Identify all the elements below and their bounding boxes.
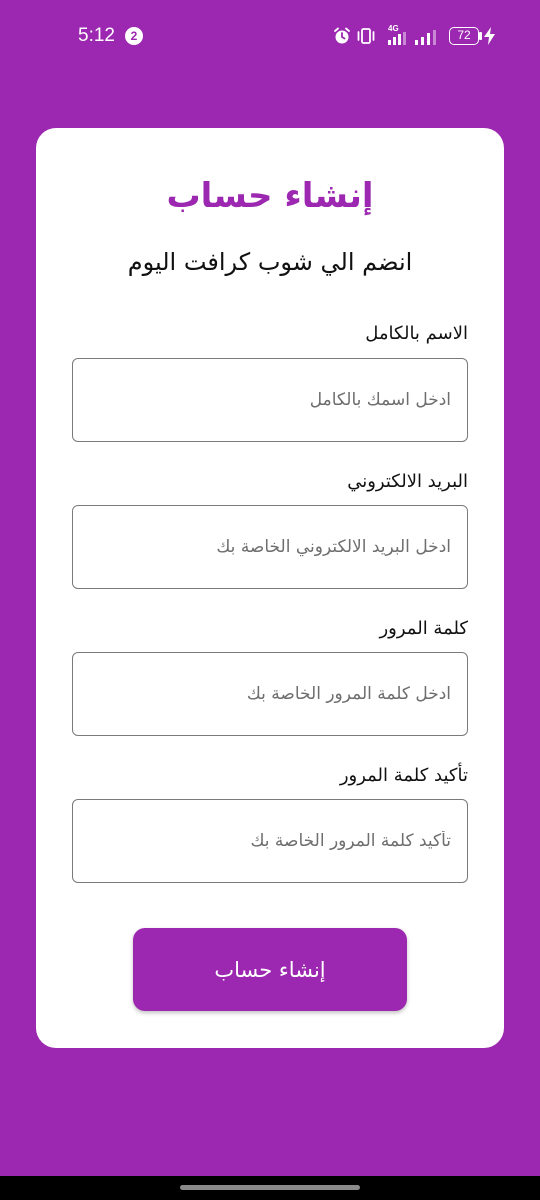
notification-count-badge: 2	[125, 27, 143, 45]
confirm-password-input[interactable]	[72, 799, 468, 883]
signal-icon	[415, 30, 436, 45]
full-name-input[interactable]	[72, 358, 468, 442]
home-gesture-handle[interactable]	[180, 1185, 360, 1190]
navigation-bar	[0, 1176, 540, 1200]
email-label: البريد الالكتروني	[347, 471, 468, 492]
password-label: كلمة المرور	[379, 618, 468, 639]
full-name-label: الاسم بالكامل	[365, 323, 468, 344]
create-account-button[interactable]: إنشاء حساب	[133, 928, 407, 1011]
password-input[interactable]	[72, 652, 468, 736]
signup-card: إنشاء حساب انضم الي شوب كرافت اليوم الاس…	[36, 128, 504, 1048]
alarm-icon	[334, 27, 350, 44]
signal-icon	[388, 32, 406, 45]
charging-icon	[484, 27, 495, 45]
page-title: إنشاء حساب	[166, 176, 374, 216]
battery-icon: 72	[449, 27, 479, 45]
page-subtitle: انضم الي شوب كرافت اليوم	[127, 248, 413, 276]
status-time: 5:12	[78, 25, 115, 46]
email-input[interactable]	[72, 505, 468, 589]
vibrate-icon	[357, 28, 375, 44]
status-bar: 5:12 2 4G 72	[0, 0, 540, 72]
battery-tip	[479, 32, 482, 40]
confirm-password-label: تأكيد كلمة المرور	[339, 765, 468, 786]
